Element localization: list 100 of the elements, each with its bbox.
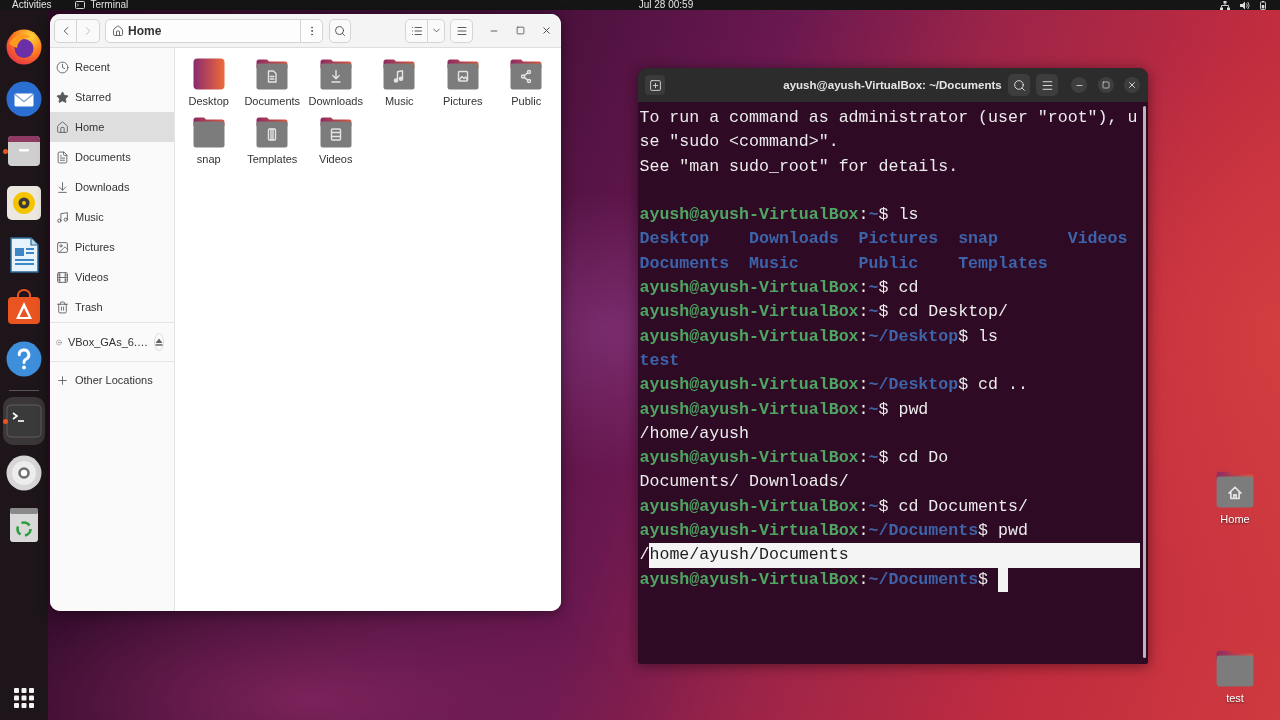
directory-name: test xyxy=(639,349,680,372)
folder-label[interactable]: Documents xyxy=(244,94,301,108)
trash-icon xyxy=(56,300,69,314)
plus-icon xyxy=(56,373,69,387)
sidebar-item[interactable]: Starred xyxy=(50,82,174,112)
prompt-line: ayush@ayush-VirtualBox:~$ ls xyxy=(639,204,919,227)
search-button[interactable] xyxy=(1008,74,1030,96)
prompt-line: ayush@ayush-VirtualBox:~/Desktop$ cd .. xyxy=(639,374,1028,397)
home-folder-icon[interactable] xyxy=(1216,470,1254,508)
directory-name: Music xyxy=(749,252,799,275)
disc-icon xyxy=(6,455,42,491)
prompt-line: ayush@ayush-VirtualBox:~/Desktop$ ls xyxy=(639,325,998,348)
scrollbar[interactable] xyxy=(1143,106,1146,658)
terminal-line: See "man sudo_root" for details. xyxy=(639,155,959,178)
home-icon xyxy=(56,120,69,134)
sidebar-item[interactable]: Pictures xyxy=(50,232,174,262)
share-folder-icon[interactable] xyxy=(510,58,543,90)
prompt-line: ayush@ayush-VirtualBox:~$ pwd xyxy=(639,398,929,421)
sidebar-item[interactable]: Trash xyxy=(50,292,174,322)
terminal-line: se "sudo <command>". xyxy=(639,131,839,154)
show-apps-button[interactable] xyxy=(14,688,34,708)
directory-name: Public xyxy=(858,252,919,275)
template-folder-icon[interactable] xyxy=(256,116,289,148)
download-icon xyxy=(56,180,69,194)
sidebar-item[interactable]: Music xyxy=(50,202,174,232)
folder-label[interactable]: Templates xyxy=(247,152,298,166)
folder-label[interactable]: Downloads xyxy=(308,94,363,108)
search-icon xyxy=(334,24,346,37)
music-note-icon xyxy=(56,210,69,224)
document-icon xyxy=(56,150,69,164)
mail-icon xyxy=(6,81,42,117)
maximize-button[interactable] xyxy=(1098,77,1114,93)
prompt-line: ayush@ayush-VirtualBox:~/Documents$ pwd xyxy=(639,520,1028,543)
minimize-button[interactable] xyxy=(1071,77,1087,93)
clock-icon xyxy=(56,60,69,74)
menu-button[interactable] xyxy=(450,18,473,43)
menu-button[interactable] xyxy=(1036,74,1058,96)
folder-label[interactable]: Desktop xyxy=(188,94,229,108)
search-button[interactable] xyxy=(329,18,351,43)
speaker-icon xyxy=(6,185,42,221)
folder-label[interactable]: Music xyxy=(384,94,414,108)
search-icon xyxy=(1012,78,1026,92)
new-tab-button[interactable] xyxy=(645,75,665,95)
menu-icon xyxy=(1040,78,1054,92)
sidebar-item[interactable]: Recent xyxy=(50,52,174,82)
prompt-line: ayush@ayush-VirtualBox:~$ cd xyxy=(639,277,919,300)
close-button[interactable] xyxy=(1124,77,1140,93)
gradient-folder-icon[interactable] xyxy=(192,58,225,90)
list-view-button[interactable] xyxy=(405,18,428,43)
document-folder-icon[interactable] xyxy=(256,58,289,90)
sidebar-item[interactable]: Other Locations xyxy=(50,365,174,395)
terminal-line: /home/ayush xyxy=(639,422,750,445)
network-icon[interactable] xyxy=(1220,0,1230,10)
folder-label[interactable]: Public xyxy=(511,94,542,108)
folder-icon[interactable] xyxy=(192,116,225,148)
sidebar-item[interactable]: Home xyxy=(50,112,174,142)
prompt-line: ayush@ayush-VirtualBox:~$ cd Desktop/ xyxy=(639,301,1008,324)
folder-label[interactable]: Videos xyxy=(319,152,353,166)
list-icon xyxy=(410,24,423,37)
download-folder-icon[interactable] xyxy=(319,58,352,90)
browser-icon xyxy=(6,29,42,65)
terminal-icon xyxy=(6,403,42,439)
square-plus-icon xyxy=(648,78,662,92)
help-icon xyxy=(6,341,42,377)
clock-button[interactable]: Jul 28 00:59 xyxy=(638,0,694,10)
picture-folder-icon[interactable] xyxy=(446,58,479,90)
file-drawer-icon xyxy=(6,133,42,169)
prompt-line: ayush@ayush-VirtualBox:~$ cd Do xyxy=(639,447,949,470)
directory-name: Documents xyxy=(639,252,730,275)
desktop-icon-label[interactable]: test xyxy=(1226,691,1244,705)
folder-label[interactable]: Pictures xyxy=(442,94,483,108)
terminal-icon xyxy=(75,1,86,9)
eject-icon xyxy=(155,338,163,346)
sidebar-item[interactable]: Videos xyxy=(50,262,174,292)
sidebar-item[interactable]: VBox_GAs_6.… xyxy=(50,327,174,357)
app-grid-icon xyxy=(14,688,34,708)
close-icon xyxy=(540,25,552,36)
directory-name: Templates xyxy=(958,252,1048,275)
window-title: ayush@ayush-VirtualBox: ~/Documents xyxy=(783,79,1002,91)
sidebar-item[interactable]: Downloads xyxy=(50,172,174,202)
music-folder-icon[interactable] xyxy=(383,58,416,90)
film-folder-icon[interactable] xyxy=(319,116,352,148)
star-icon xyxy=(56,90,69,104)
directory-name: Desktop xyxy=(639,228,710,251)
terminal-line: To run a command as administrator (user "root"), u xyxy=(639,107,1138,129)
eject-button[interactable] xyxy=(154,333,164,351)
terminal-line: Documents/ Downloads/ xyxy=(639,471,849,494)
folder-label[interactable]: snap xyxy=(196,152,221,166)
directory-name: Pictures xyxy=(858,228,939,251)
desktop-icon-label[interactable]: Home xyxy=(1220,512,1250,526)
directory-name: Downloads xyxy=(749,228,839,251)
app-menu-button[interactable]: Terminal xyxy=(75,0,129,10)
battery-icon[interactable] xyxy=(1260,0,1266,10)
directory-name: Videos xyxy=(1067,228,1128,251)
sidebar-item[interactable]: Documents xyxy=(50,142,174,172)
volume-icon[interactable] xyxy=(1240,0,1250,10)
close-icon xyxy=(1127,80,1137,90)
shopping-bag-icon xyxy=(6,289,42,325)
activities-button[interactable]: Activities xyxy=(12,0,52,10)
prompt-line: ayush@ayush-VirtualBox:~/Documents$ xyxy=(639,568,989,591)
